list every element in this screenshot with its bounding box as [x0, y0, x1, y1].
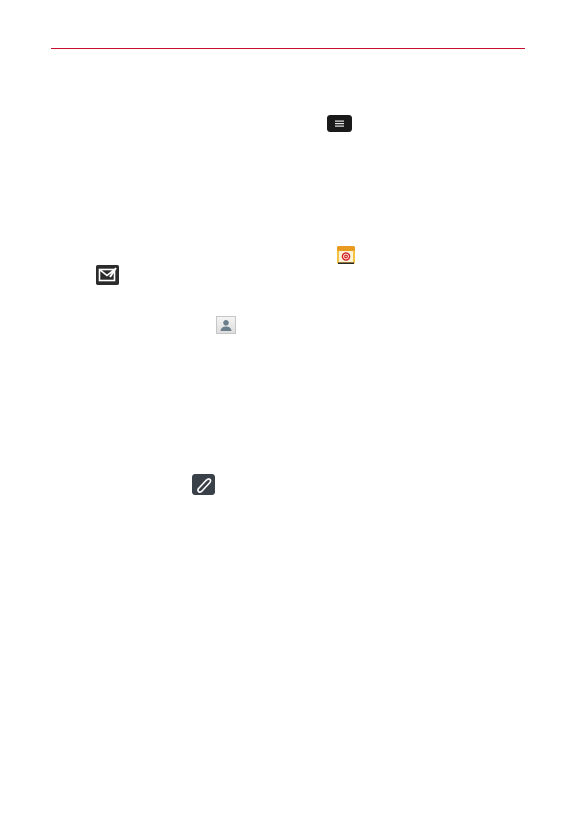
header-rule — [51, 48, 525, 49]
email-app-icon — [336, 245, 356, 265]
attach-icon — [192, 474, 215, 495]
contact-icon — [216, 316, 236, 334]
compose-icon — [96, 265, 119, 285]
menu-key-icon — [327, 115, 352, 132]
